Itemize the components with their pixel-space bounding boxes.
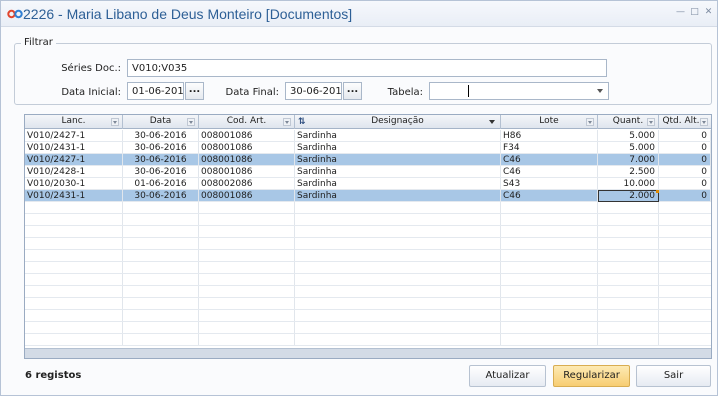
documents-window: 2226 - Maria Libano de Deus Monteiro [Do… [0, 0, 718, 396]
row-divider [25, 153, 711, 154]
column-header-data[interactable]: Data [123, 115, 199, 129]
filter-icon[interactable] [586, 118, 594, 126]
column-header-lanc[interactable]: Lanc. [25, 115, 123, 129]
column-header-label: Designação [371, 116, 424, 126]
start-date-picker-button[interactable]: ... [185, 82, 204, 100]
column-header-label: Lanc. [61, 116, 86, 126]
row-divider [25, 237, 711, 238]
title-bar[interactable]: 2226 - Maria Libano de Deus Monteiro [Do… [1, 1, 717, 27]
column-header-label: Qtd. Alt. [662, 116, 700, 126]
close-icon[interactable]: ✕ [704, 8, 713, 17]
row-divider [25, 177, 711, 178]
column-header-lote[interactable]: Lote [501, 115, 598, 129]
chevron-down-icon[interactable] [597, 89, 603, 93]
grid-footer [25, 348, 711, 358]
row-divider [25, 321, 711, 322]
filter-icon[interactable] [111, 118, 119, 126]
row-divider [25, 309, 711, 310]
column-header-label: Cod. Art. [226, 116, 267, 126]
column-header-label: Quant. [612, 116, 644, 126]
exit-button[interactable]: Sair [636, 365, 711, 387]
filter-icon[interactable] [283, 118, 291, 126]
end-date-picker-button[interactable]: ... [343, 82, 362, 100]
active-cell-focus[interactable] [598, 190, 659, 202]
column-header-cod-art[interactable]: Cod. Art. [199, 115, 295, 129]
series-field[interactable]: V010;V035 [127, 59, 607, 77]
column-header-quant[interactable]: Quant. [598, 115, 659, 129]
row-divider [25, 297, 711, 298]
infinity-icon [7, 9, 23, 19]
documents-grid[interactable]: Lanc. Data Cod. Art. ⇅ Designação Lote Q… [24, 114, 712, 359]
regularize-button[interactable]: Regularizar [553, 365, 630, 387]
table-label: Tabela: [387, 87, 423, 98]
grid-header: Lanc. Data Cod. Art. ⇅ Designação Lote Q… [25, 115, 711, 129]
row-divider [25, 261, 711, 262]
row-divider [25, 141, 711, 142]
window-title: 2226 - Maria Libano de Deus Monteiro [Do… [23, 6, 353, 22]
record-count: 6 registos [25, 370, 82, 381]
column-header-designacao[interactable]: ⇅ Designação [295, 115, 501, 129]
series-label: Séries Doc.: [61, 63, 121, 74]
row-divider [25, 333, 711, 334]
end-date-field[interactable]: 30-06-2016 [285, 82, 342, 100]
chevron-down-icon[interactable] [489, 120, 495, 124]
row-divider [25, 165, 711, 166]
filter-icon[interactable] [700, 118, 708, 126]
row-divider [25, 249, 711, 250]
row-divider [25, 273, 711, 274]
row-divider [25, 213, 711, 214]
text-cursor [468, 85, 469, 97]
sort-az-icon[interactable]: ⇅ [298, 116, 306, 129]
column-header-qtd-alt[interactable]: Qtd. Alt. [659, 115, 711, 129]
minimize-icon[interactable]: — [676, 8, 685, 17]
restore-icon[interactable]: □ [690, 8, 699, 17]
column-header-label: Lote [539, 116, 559, 126]
end-date-label: Data Final: [225, 87, 279, 98]
row-divider [25, 345, 711, 346]
row-divider [25, 225, 711, 226]
filter-icon[interactable] [647, 118, 655, 126]
start-date-label: Data Inicial: [61, 87, 121, 98]
edit-marker-icon [656, 190, 659, 193]
filter-legend: Filtrar [21, 37, 56, 48]
start-date-field[interactable]: 01-06-2016 [127, 82, 184, 100]
column-header-label: Data [149, 116, 172, 126]
row-divider [25, 285, 711, 286]
filter-icon[interactable] [187, 118, 195, 126]
table-select[interactable] [429, 82, 609, 100]
refresh-button[interactable]: Atualizar [469, 365, 546, 387]
